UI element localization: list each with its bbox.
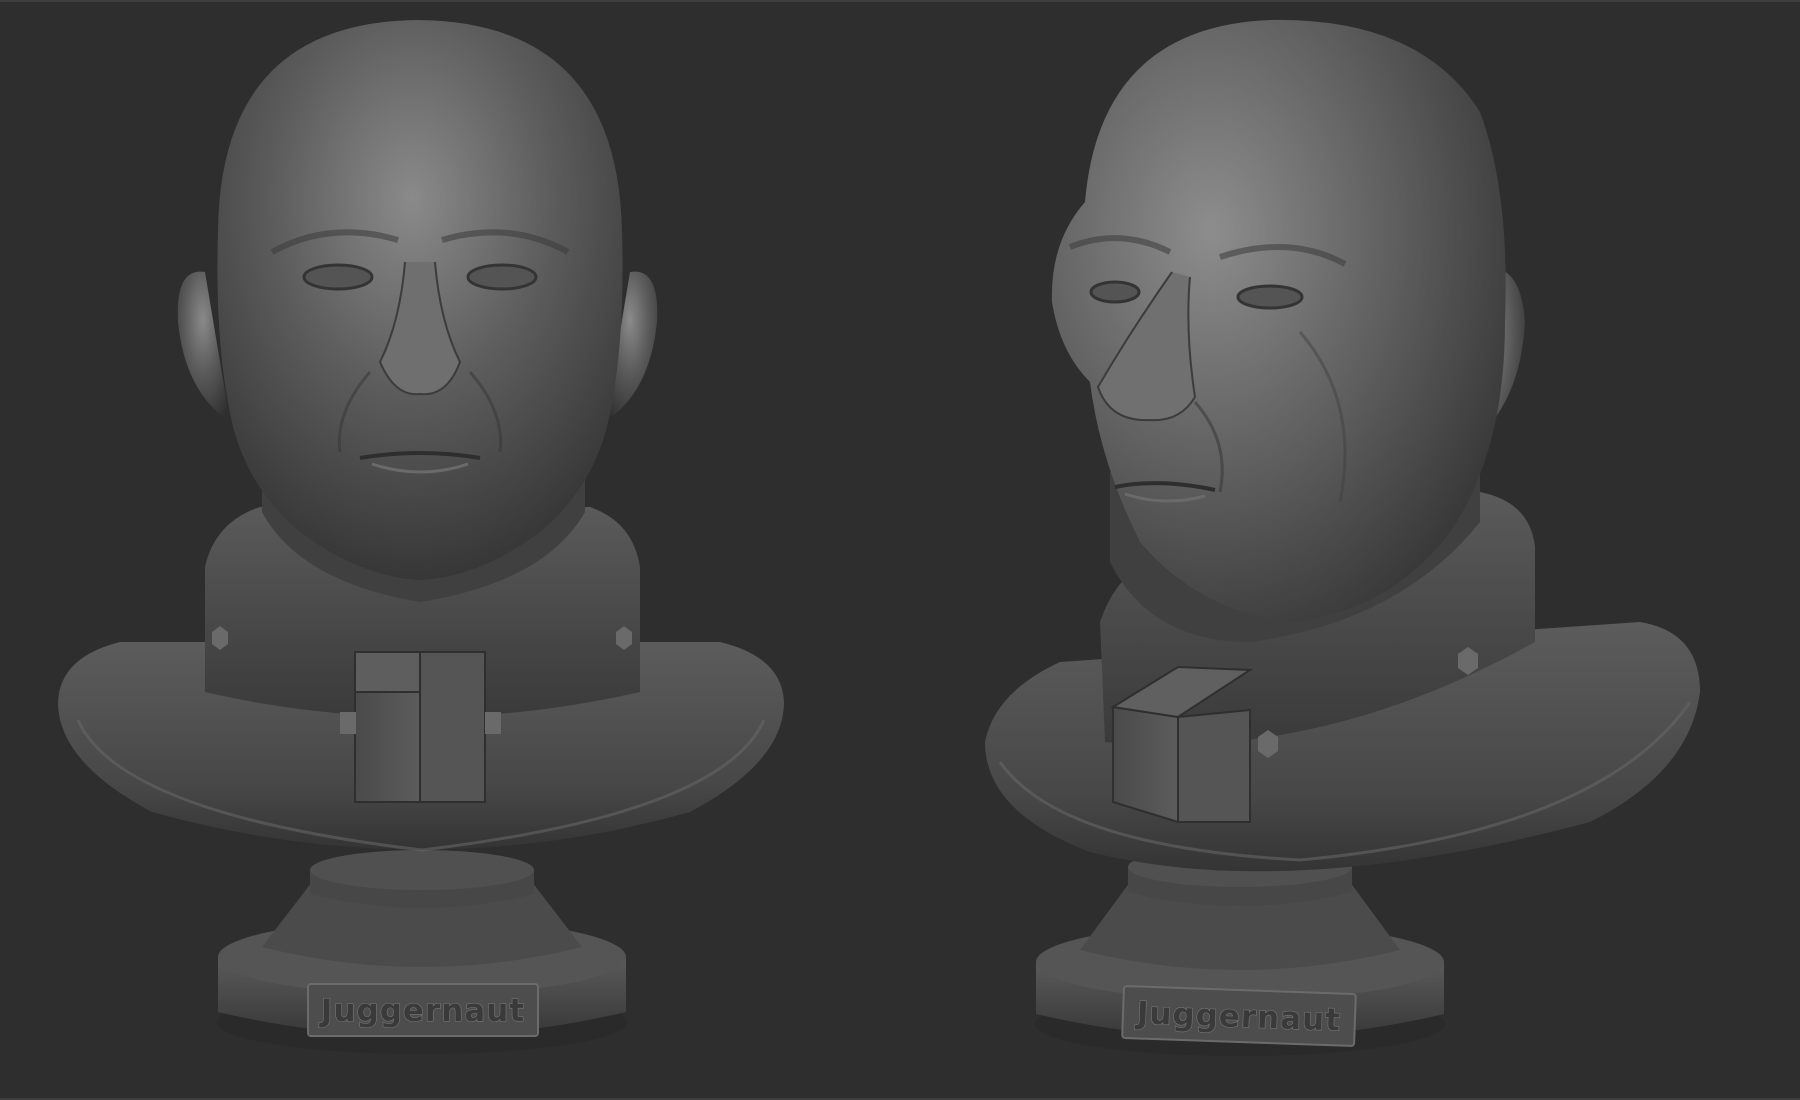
eye-left-three-quarter [1089,280,1141,304]
collar-clasp-right [419,651,486,803]
nameplate-text-three-quarter: Juggernaut [1134,995,1341,1038]
eye-right-front [466,263,538,291]
sculpt-render: Juggernaut Juggernaut [58,19,1700,1056]
eye-right-three-quarter [1236,284,1304,310]
collar-clasp-left-three-quarter [1112,705,1179,824]
pedestal-three-quarter: Juggernaut [1035,847,1445,1056]
pedestal-front: Juggernaut [217,850,627,1054]
render-viewport: Juggernaut Juggernaut [0,0,1800,1100]
collar-clasp-right-three-quarter [1177,708,1251,823]
bust-three-quarter-view: Juggernaut [985,19,1700,1056]
eye-left-front [302,263,374,291]
collar-clasp-left [354,691,421,803]
nameplate-text-front: Juggernaut [319,993,525,1029]
bust-front-view: Juggernaut [58,20,784,1054]
